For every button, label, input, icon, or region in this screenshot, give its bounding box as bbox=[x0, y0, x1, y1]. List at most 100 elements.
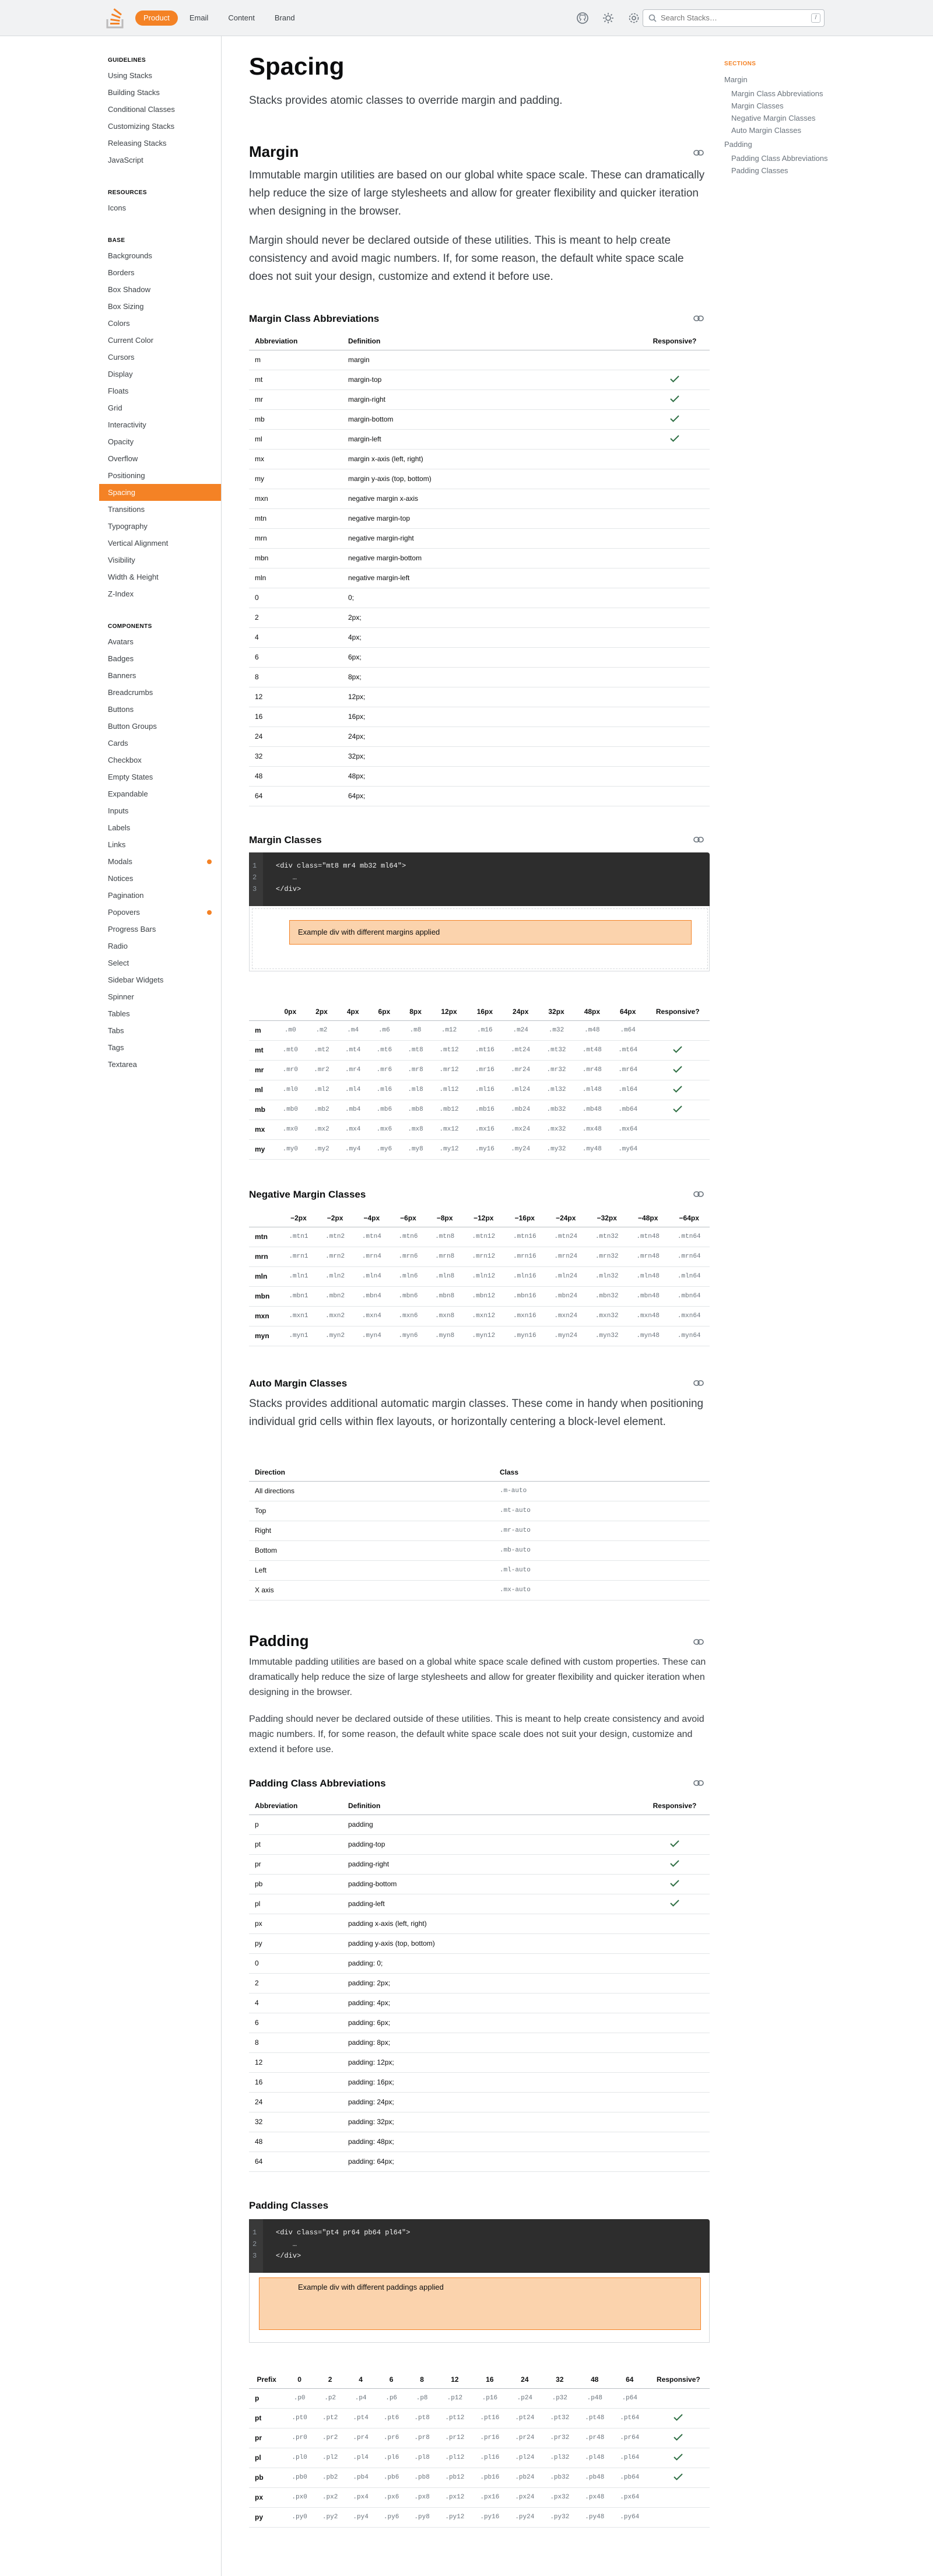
link-icon[interactable] bbox=[693, 1780, 704, 1787]
tab-product[interactable]: Product bbox=[135, 10, 178, 26]
class-cell: .mtn6 bbox=[390, 1227, 427, 1247]
sidebar-item-tags[interactable]: Tags bbox=[99, 1039, 221, 1056]
class-cell: .mx2 bbox=[306, 1119, 338, 1140]
class-cell: .pt12 bbox=[437, 2408, 472, 2428]
sidebar-item-using-stacks[interactable]: Using Stacks bbox=[99, 67, 221, 84]
check-icon bbox=[670, 1899, 679, 1907]
search-box[interactable]: / bbox=[643, 9, 825, 27]
sidebar-item-radio[interactable]: Radio bbox=[99, 938, 221, 954]
sidebar-item-banners[interactable]: Banners bbox=[99, 667, 221, 684]
sidebar-item-links[interactable]: Links bbox=[99, 836, 221, 853]
table-header-row: Direction Class bbox=[249, 1464, 710, 1482]
sidebar-item-progress-bars[interactable]: Progress Bars bbox=[99, 921, 221, 938]
sidebar-item-display[interactable]: Display bbox=[99, 366, 221, 382]
tab-brand[interactable]: Brand bbox=[266, 10, 303, 26]
definition-cell: negative margin-bottom bbox=[342, 548, 640, 568]
search-input[interactable] bbox=[661, 13, 801, 22]
sidebar-item-transitions[interactable]: Transitions bbox=[99, 501, 221, 518]
sidebar-item-pagination[interactable]: Pagination bbox=[99, 887, 221, 904]
sidebar-item-breadcrumbs[interactable]: Breadcrumbs bbox=[99, 684, 221, 701]
table-row: 0 padding: 0; bbox=[249, 1953, 710, 1974]
toc-sublink[interactable]: Auto Margin Classes bbox=[724, 125, 841, 136]
table-row: mb margin-bottom bbox=[249, 409, 710, 430]
sidebar-item-checkbox[interactable]: Checkbox bbox=[99, 752, 221, 768]
sidebar-item-current-color[interactable]: Current Color bbox=[99, 332, 221, 349]
sidebar-item-cursors[interactable]: Cursors bbox=[99, 349, 221, 366]
sidebar-item-grid[interactable]: Grid bbox=[99, 399, 221, 416]
link-icon[interactable] bbox=[693, 1638, 704, 1645]
sidebar-item-vertical-alignment[interactable]: Vertical Alignment bbox=[99, 535, 221, 552]
sidebar-item-conditional-classes[interactable]: Conditional Classes bbox=[99, 101, 221, 118]
sidebar-item-box-sizing[interactable]: Box Sizing bbox=[99, 298, 221, 315]
toc-sublink[interactable]: Negative Margin Classes bbox=[724, 113, 841, 124]
sidebar-item-buttons[interactable]: Buttons bbox=[99, 701, 221, 718]
stacks-logo[interactable] bbox=[106, 8, 124, 29]
sidebar-item-inputs[interactable]: Inputs bbox=[99, 802, 221, 819]
abbreviation-cell: mxn bbox=[249, 489, 342, 509]
link-icon[interactable] bbox=[693, 315, 704, 322]
sidebar-item-positioning[interactable]: Positioning bbox=[99, 467, 221, 484]
toc-sublink[interactable]: Margin Classes bbox=[724, 101, 841, 111]
sidebar-item-visibility[interactable]: Visibility bbox=[99, 552, 221, 568]
link-icon[interactable] bbox=[693, 836, 704, 843]
sidebar-item-popovers[interactable]: Popovers bbox=[99, 904, 221, 921]
sidebar-item-interactivity[interactable]: Interactivity bbox=[99, 416, 221, 433]
class-cell: .mrn16 bbox=[504, 1247, 546, 1267]
sidebar-item-spinner[interactable]: Spinner bbox=[99, 988, 221, 1005]
sidebar-item-badges[interactable]: Badges bbox=[99, 650, 221, 667]
sidebar-item-sidebar-widgets[interactable]: Sidebar Widgets bbox=[99, 971, 221, 988]
sidebar-item-overflow[interactable]: Overflow bbox=[99, 450, 221, 467]
toc-link[interactable]: Padding bbox=[724, 138, 841, 152]
column-header: 64 bbox=[612, 2371, 647, 2389]
toc-link[interactable]: Margin bbox=[724, 73, 841, 87]
sidebar-item-javascript[interactable]: JavaScript bbox=[99, 152, 221, 169]
sidebar-item-spacing[interactable]: Spacing bbox=[99, 484, 221, 501]
sidebar-item-select[interactable]: Select bbox=[99, 954, 221, 971]
tab-content[interactable]: Content bbox=[220, 10, 263, 26]
link-icon[interactable] bbox=[693, 149, 704, 156]
sidebar-item-modals[interactable]: Modals bbox=[99, 853, 221, 870]
sidebar-item-label: Current Color bbox=[108, 336, 154, 345]
sidebar-item-colors[interactable]: Colors bbox=[99, 315, 221, 332]
sidebar-item-expandable[interactable]: Expandable bbox=[99, 785, 221, 802]
abbreviation-cell: 6 bbox=[249, 2013, 342, 2033]
class-cell: .mrn24 bbox=[545, 1247, 587, 1267]
sidebar-item-labels[interactable]: Labels bbox=[99, 819, 221, 836]
sidebar-item-releasing-stacks[interactable]: Releasing Stacks bbox=[99, 135, 221, 152]
sidebar-item-backgrounds[interactable]: Backgrounds bbox=[99, 247, 221, 264]
sidebar-item-avatars[interactable]: Avatars bbox=[99, 633, 221, 650]
sidebar-item-opacity[interactable]: Opacity bbox=[99, 433, 221, 450]
sidebar-item-tabs[interactable]: Tabs bbox=[99, 1022, 221, 1039]
sidebar-item-icons[interactable]: Icons bbox=[99, 199, 221, 216]
settings-icon[interactable] bbox=[627, 12, 640, 24]
tab-email[interactable]: Email bbox=[181, 10, 217, 26]
sidebar-item-box-shadow[interactable]: Box Shadow bbox=[99, 281, 221, 298]
toc-sublink[interactable]: Padding Classes bbox=[724, 166, 841, 176]
table-header-row: 0px 2px 4px 6px 8px 12px 16px 24px 32px 48px 64px R… bbox=[249, 1003, 710, 1021]
sidebar-item-cards[interactable]: Cards bbox=[99, 735, 221, 752]
sidebar-item-borders[interactable]: Borders bbox=[99, 264, 221, 281]
class-cell: .mx32 bbox=[538, 1119, 574, 1140]
class-cell: .ml6 bbox=[369, 1080, 400, 1100]
sidebar-item-button-groups[interactable]: Button Groups bbox=[99, 718, 221, 735]
link-icon[interactable] bbox=[693, 1191, 704, 1198]
sidebar-item-tables[interactable]: Tables bbox=[99, 1005, 221, 1022]
table-row: 24 padding: 24px; bbox=[249, 2092, 710, 2112]
theme-icon[interactable] bbox=[602, 12, 615, 24]
sidebar-item-width-height[interactable]: Width & Height bbox=[99, 568, 221, 585]
sidebar-item-textarea[interactable]: Textarea bbox=[99, 1056, 221, 1073]
sidebar-item-floats[interactable]: Floats bbox=[99, 382, 221, 399]
class-cell: .pl12 bbox=[437, 2448, 472, 2468]
sidebar-item-customizing-stacks[interactable]: Customizing Stacks bbox=[99, 118, 221, 135]
toc-sublink[interactable]: Padding Class Abbreviations bbox=[724, 153, 841, 164]
sidebar-item-typography[interactable]: Typography bbox=[99, 518, 221, 535]
class-cell: .pl16 bbox=[472, 2448, 507, 2468]
github-icon[interactable] bbox=[576, 12, 589, 24]
toc-sublink[interactable]: Margin Class Abbreviations bbox=[724, 89, 841, 99]
sidebar-item-notices[interactable]: Notices bbox=[99, 870, 221, 887]
table-row: py .py0 .py2 .py4 .py6 .py8 .py12 .py16 .py24 .py… bbox=[249, 2507, 710, 2528]
sidebar-item-building-stacks[interactable]: Building Stacks bbox=[99, 84, 221, 101]
sidebar-item-empty-states[interactable]: Empty States bbox=[99, 768, 221, 785]
link-icon[interactable] bbox=[693, 1380, 704, 1387]
sidebar-item-z-index[interactable]: Z-Index bbox=[99, 585, 221, 602]
